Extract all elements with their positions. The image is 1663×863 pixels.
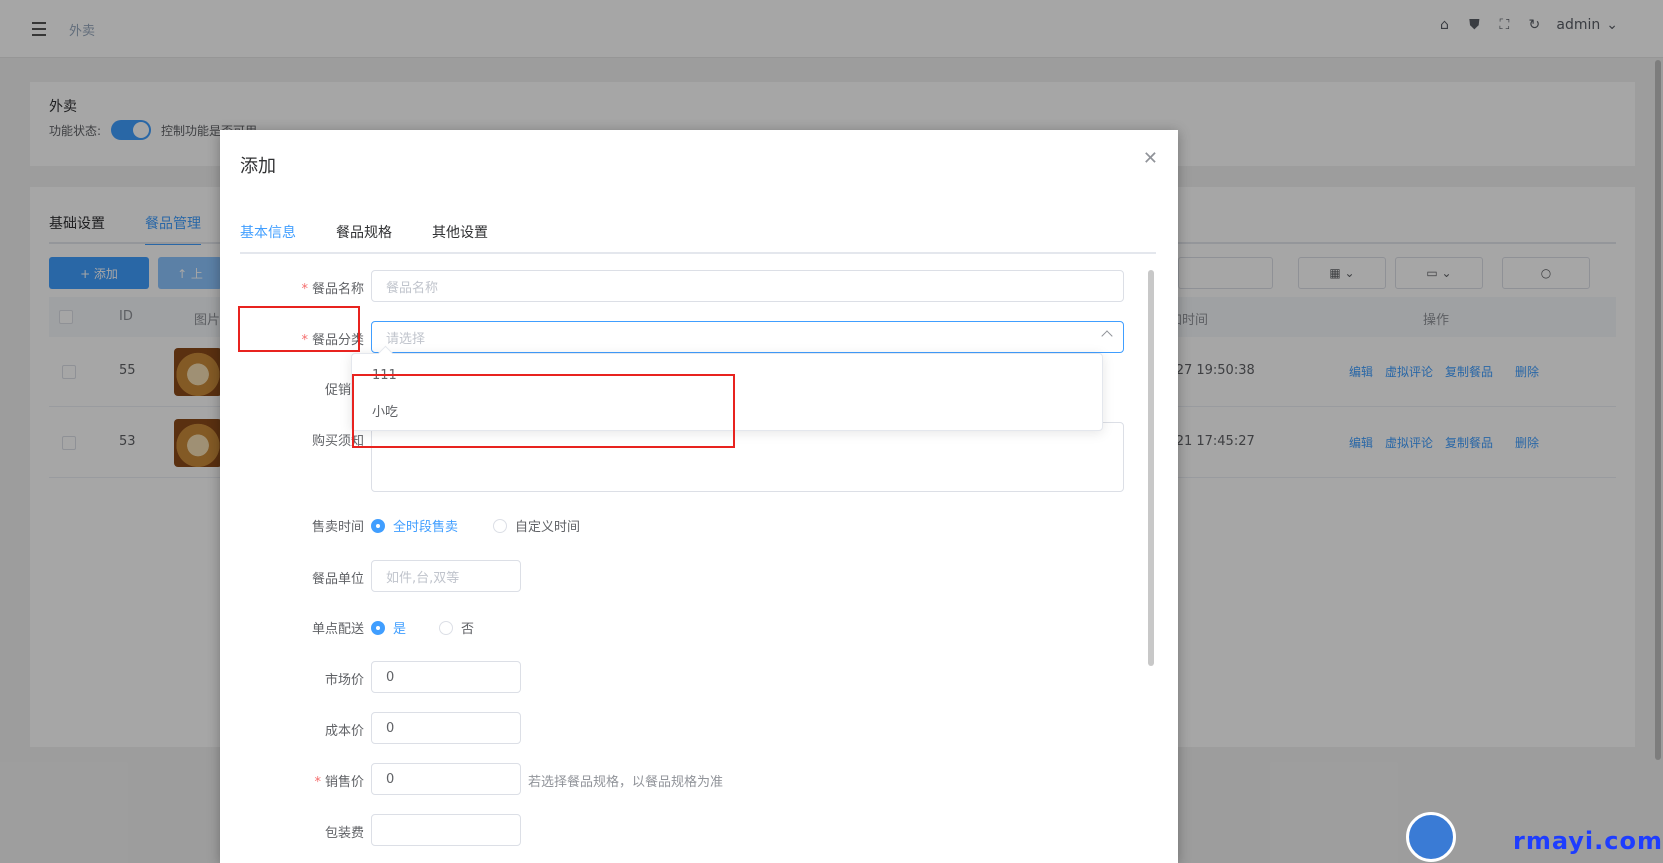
annotation-box-label — [238, 306, 360, 352]
form-row-sale-time: 售卖时间 全时段售卖 自定义时间 — [240, 508, 1140, 540]
dialog-tabs: 基本信息 餐品规格 其他设置 — [240, 222, 488, 254]
form-row-market-price: 市场价 0 — [240, 661, 1140, 693]
packing-fee-input[interactable] — [371, 814, 521, 846]
radio-dot — [371, 620, 385, 635]
radio-dot — [493, 518, 507, 533]
form-row-packing-fee: 包装费 — [240, 814, 1140, 846]
cost-price-input[interactable]: 0 — [371, 712, 521, 744]
radio-dot — [371, 518, 385, 533]
form-row-single-delivery: 单点配送 是 否 — [240, 610, 1140, 642]
sale-price-label: * 销售价 — [314, 775, 364, 790]
dialog-scrollbar[interactable] — [1148, 270, 1154, 666]
radio-no[interactable]: 否 — [439, 618, 474, 637]
watermark-logo — [1406, 812, 1456, 862]
radio-dot — [439, 620, 453, 635]
category-select-placeholder: 请选择 — [386, 331, 426, 347]
radio-yes[interactable]: 是 — [371, 618, 406, 637]
sale-price-hint: 若选择餐品规格，以餐品规格为准 — [528, 775, 724, 790]
annotation-box-options — [352, 374, 735, 448]
name-label: * 餐品名称 — [301, 282, 364, 297]
dialog-tab-divider — [240, 252, 1156, 254]
unit-input[interactable]: 如件,台,双等 — [371, 560, 521, 592]
sale-price-input[interactable]: 0 — [371, 763, 521, 795]
radio-all-day[interactable]: 全时段售卖 — [371, 516, 458, 535]
add-dialog: 添加 ✕ 基本信息 餐品规格 其他设置 * 餐品名称 餐品名称 * 餐品分类 请选择… — [220, 130, 1178, 863]
form-row-unit: 餐品单位 如件,台,双等 — [240, 560, 1140, 592]
packing-fee-label: 包装费 — [324, 826, 364, 841]
tab-other-settings[interactable]: 其他设置 — [432, 222, 488, 254]
market-price-input[interactable]: 0 — [371, 661, 521, 693]
market-price-label: 市场价 — [324, 673, 364, 688]
chevron-up-icon — [1101, 330, 1113, 342]
meal-name-input[interactable]: 餐品名称 — [371, 270, 1124, 302]
form-row-cost-price: 成本价 0 — [240, 712, 1140, 744]
form-row-sale-price: * 销售价 0 若选择餐品规格，以餐品规格为准 — [240, 763, 1140, 795]
sale-time-label: 售卖时间 — [311, 520, 364, 535]
dialog-title: 添加 — [240, 156, 276, 177]
close-icon[interactable]: ✕ — [1143, 148, 1158, 169]
category-select[interactable]: 请选择 — [371, 321, 1124, 353]
unit-label: 餐品单位 — [311, 572, 364, 587]
form-row-category: * 餐品分类 请选择 — [240, 321, 1140, 353]
form-row-name: * 餐品名称 餐品名称 — [240, 270, 1140, 302]
tab-meal-specs[interactable]: 餐品规格 — [336, 222, 392, 254]
tab-basic-info[interactable]: 基本信息 — [240, 222, 296, 254]
radio-custom-time[interactable]: 自定义时间 — [493, 516, 580, 535]
watermark-text: rmayi.com — [1512, 827, 1663, 855]
cost-price-label: 成本价 — [324, 724, 364, 739]
single-delivery-label: 单点配送 — [311, 622, 364, 637]
